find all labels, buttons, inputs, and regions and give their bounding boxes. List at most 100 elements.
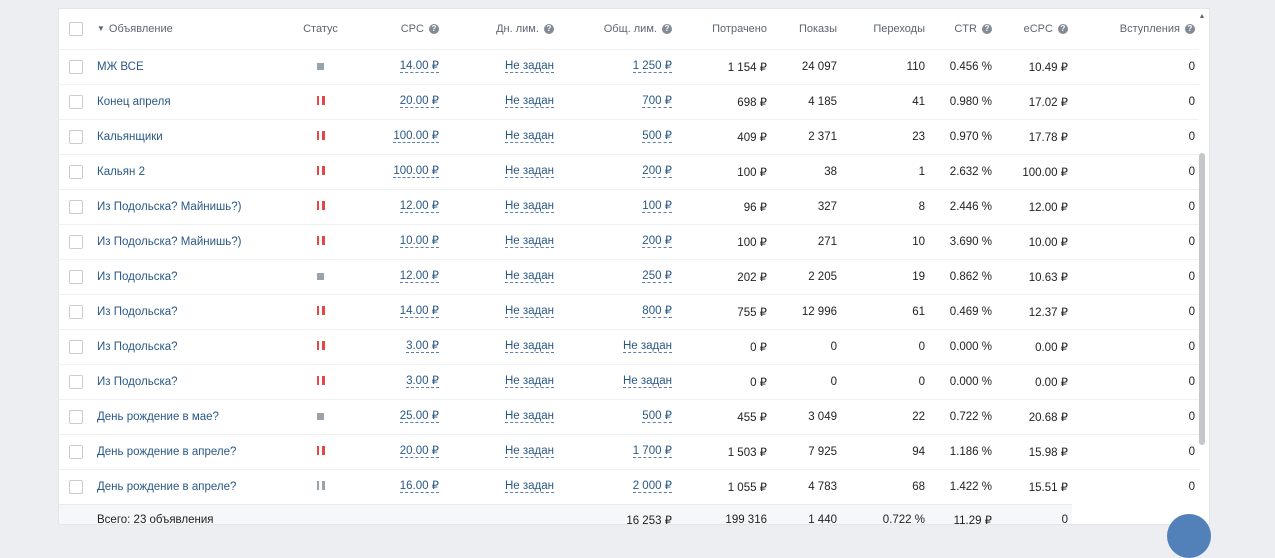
ad-name-link[interactable]: День рождение в апреле?: [93, 468, 283, 504]
total-limit-value[interactable]: 2 000 ₽: [632, 480, 672, 493]
total-limit-value[interactable]: 1 700 ₽: [632, 445, 672, 458]
total-limit-value[interactable]: 800 ₽: [642, 305, 672, 318]
day-limit-value[interactable]: Не задан: [504, 480, 554, 493]
header-spent[interactable]: Потрачено: [676, 9, 771, 49]
cpc-value[interactable]: 10.00 ₽: [399, 235, 439, 248]
total-limit-value[interactable]: 200 ₽: [642, 165, 672, 178]
ad-name-link[interactable]: Из Подольска?: [93, 328, 283, 364]
status-cell[interactable]: [283, 83, 358, 119]
row-checkbox[interactable]: [69, 59, 83, 74]
pause-status-icon[interactable]: [316, 95, 325, 105]
day-limit-value[interactable]: Не задан: [504, 305, 554, 318]
help-icon[interactable]: ?: [429, 23, 439, 34]
row-checkbox[interactable]: [69, 374, 83, 389]
status-cell[interactable]: [283, 48, 358, 84]
help-icon[interactable]: ?: [544, 23, 554, 34]
cpc-value[interactable]: 3.00 ₽: [406, 375, 439, 388]
cpc-value[interactable]: 20.00 ₽: [399, 445, 439, 458]
row-checkbox[interactable]: [69, 94, 83, 109]
total-limit-value[interactable]: Не задан: [622, 340, 672, 353]
row-checkbox[interactable]: [69, 444, 83, 459]
day-limit-value[interactable]: Не задан: [504, 445, 554, 458]
status-cell[interactable]: [283, 188, 358, 224]
status-cell[interactable]: [283, 258, 358, 294]
pause-status-icon[interactable]: [316, 480, 325, 490]
row-checkbox[interactable]: [69, 339, 83, 354]
ad-name-link[interactable]: Из Подольска?: [93, 363, 283, 399]
row-checkbox[interactable]: [69, 269, 83, 284]
cpc-value[interactable]: 20.00 ₽: [399, 95, 439, 108]
day-limit-value[interactable]: Не задан: [504, 235, 554, 248]
cpc-value[interactable]: 14.00 ₽: [399, 305, 439, 318]
ad-name-link[interactable]: День рождение в мае?: [93, 398, 283, 434]
row-checkbox[interactable]: [69, 234, 83, 249]
pause-status-icon[interactable]: [316, 165, 325, 175]
day-limit-value[interactable]: Не задан: [504, 130, 554, 143]
select-all-checkbox[interactable]: [69, 21, 83, 36]
cpc-value[interactable]: 100.00 ₽: [393, 130, 439, 143]
total-limit-value[interactable]: 1 250 ₽: [632, 60, 672, 73]
help-icon[interactable]: ?: [1185, 23, 1195, 34]
header-impressions[interactable]: Показы: [771, 9, 841, 49]
help-icon[interactable]: ?: [1058, 23, 1068, 34]
header-status[interactable]: Статус: [283, 9, 358, 49]
stopped-status-icon[interactable]: [317, 412, 324, 420]
scroll-up-arrow-icon[interactable]: ▲: [1198, 13, 1206, 21]
pause-status-icon[interactable]: [316, 375, 325, 385]
ad-name-link[interactable]: Из Подольска? Майнишь?): [93, 188, 283, 224]
status-cell[interactable]: [283, 398, 358, 434]
total-limit-value[interactable]: 700 ₽: [642, 95, 672, 108]
ad-name-link[interactable]: День рождение в апреле?: [93, 433, 283, 469]
status-cell[interactable]: [283, 118, 358, 154]
ad-name-link[interactable]: Из Подольска? Майнишь?): [93, 223, 283, 259]
total-limit-value[interactable]: 500 ₽: [642, 130, 672, 143]
header-joins[interactable]: Вступления ?: [1072, 9, 1199, 49]
total-limit-value[interactable]: 500 ₽: [642, 410, 672, 423]
header-day-limit[interactable]: Дн. лим. ?: [443, 9, 558, 49]
status-cell[interactable]: [283, 223, 358, 259]
day-limit-value[interactable]: Не задан: [504, 165, 554, 178]
cpc-value[interactable]: 16.00 ₽: [399, 480, 439, 493]
cpc-value[interactable]: 14.00 ₽: [399, 60, 439, 73]
pause-status-icon[interactable]: [316, 200, 325, 210]
day-limit-value[interactable]: Не задан: [504, 410, 554, 423]
header-cpc[interactable]: CPC ?: [358, 9, 443, 49]
status-cell[interactable]: [283, 153, 358, 189]
help-chat-button[interactable]: [1167, 514, 1211, 558]
day-limit-value[interactable]: Не задан: [504, 60, 554, 73]
stopped-status-icon[interactable]: [317, 272, 324, 280]
status-cell[interactable]: [283, 468, 358, 504]
stopped-status-icon[interactable]: [317, 62, 324, 70]
status-cell[interactable]: [283, 328, 358, 364]
ad-name-link[interactable]: МЖ ВСЕ: [93, 48, 283, 84]
cpc-value[interactable]: 25.00 ₽: [399, 410, 439, 423]
row-checkbox[interactable]: [69, 409, 83, 424]
pause-status-icon[interactable]: [316, 445, 325, 455]
total-limit-value[interactable]: 250 ₽: [642, 270, 672, 283]
header-total-limit[interactable]: Общ. лим. ?: [558, 9, 676, 49]
cpc-value[interactable]: 3.00 ₽: [406, 340, 439, 353]
status-cell[interactable]: [283, 363, 358, 399]
day-limit-value[interactable]: Не задан: [504, 375, 554, 388]
select-all-cell[interactable]: [59, 9, 93, 49]
pause-status-icon[interactable]: [316, 130, 325, 140]
ad-name-link[interactable]: Кальянщики: [93, 118, 283, 154]
ad-name-link[interactable]: Из Подольска?: [93, 293, 283, 329]
row-checkbox[interactable]: [69, 199, 83, 214]
pause-status-icon[interactable]: [316, 340, 325, 350]
ad-name-link[interactable]: Кальян 2: [93, 153, 283, 189]
day-limit-value[interactable]: Не задан: [504, 270, 554, 283]
row-checkbox[interactable]: [69, 479, 83, 494]
status-cell[interactable]: [283, 433, 358, 469]
day-limit-value[interactable]: Не задан: [504, 340, 554, 353]
total-limit-value[interactable]: Не задан: [622, 375, 672, 388]
cpc-value[interactable]: 100.00 ₽: [393, 165, 439, 178]
pause-status-icon[interactable]: [316, 305, 325, 315]
pause-status-icon[interactable]: [316, 235, 325, 245]
row-checkbox[interactable]: [69, 164, 83, 179]
row-checkbox[interactable]: [69, 304, 83, 319]
total-limit-value[interactable]: 100 ₽: [642, 200, 672, 213]
header-ecpc[interactable]: eCPC ?: [996, 9, 1072, 49]
vertical-scrollbar[interactable]: ▲: [1198, 13, 1206, 521]
status-cell[interactable]: [283, 293, 358, 329]
